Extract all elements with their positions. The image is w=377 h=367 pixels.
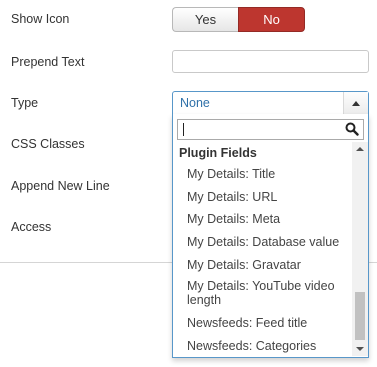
dropdown-option[interactable]: My Details: Database value — [187, 235, 347, 249]
chevron-up-icon[interactable] — [343, 92, 368, 114]
option-group-label: Plugin Fields — [179, 146, 257, 160]
type-dropdown: Plugin Fields My Details: Title My Detai… — [172, 114, 369, 358]
type-label: Type — [11, 96, 39, 110]
css-classes-label: CSS Classes — [11, 137, 85, 151]
access-label: Access — [11, 220, 52, 234]
dropdown-option[interactable]: My Details: YouTube video length — [187, 279, 347, 307]
type-selected-value: None — [180, 96, 210, 110]
show-icon-yes-button[interactable]: Yes — [172, 7, 238, 32]
dropdown-option[interactable]: My Details: Title — [187, 167, 347, 181]
type-select[interactable]: None — [172, 91, 369, 115]
dropdown-scrollbar[interactable] — [352, 142, 368, 356]
append-new-line-label: Append New Line — [11, 179, 110, 193]
scroll-up-icon[interactable] — [352, 142, 368, 156]
dropdown-option[interactable]: My Details: URL — [187, 190, 347, 204]
dropdown-option[interactable]: My Details: Meta — [187, 212, 347, 226]
show-icon-no-button[interactable]: No — [238, 7, 305, 32]
dropdown-option[interactable]: Newsfeeds: Categories — [187, 339, 347, 353]
search-icon — [345, 122, 359, 136]
dropdown-search-input[interactable] — [177, 119, 364, 140]
text-caret — [183, 123, 184, 136]
prepend-text-label: Prepend Text — [11, 55, 85, 69]
show-icon-toggle[interactable]: Yes No — [172, 7, 305, 32]
scrollbar-thumb[interactable] — [355, 292, 365, 340]
prepend-text-input[interactable] — [172, 50, 369, 73]
dropdown-option[interactable]: My Details: Gravatar — [187, 258, 347, 272]
show-icon-label: Show Icon — [11, 12, 70, 26]
dropdown-option[interactable]: Newsfeeds: Feed title — [187, 316, 347, 330]
dropdown-options-list: Plugin Fields My Details: Title My Detai… — [173, 142, 352, 356]
scroll-down-icon[interactable] — [352, 342, 368, 356]
